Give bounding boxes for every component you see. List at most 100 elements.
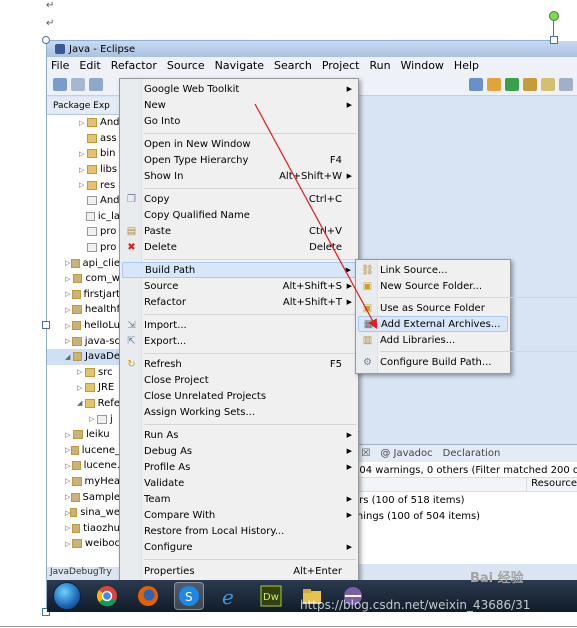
tree-item[interactable]: ◢ JavaDe	[47, 348, 120, 365]
problems-row-warnings[interactable]: rnings (100 of 504 items)	[347, 508, 577, 524]
menu-item-go-into[interactable]: Go Into	[122, 113, 356, 129]
tree-item[interactable]: ▷ com_w	[47, 271, 120, 287]
resize-handle[interactable]	[42, 36, 50, 44]
menu-item-add-external-archives[interactable]: ▦ Add External Archives...	[358, 316, 508, 332]
tree-item[interactable]: ▷ src	[47, 365, 120, 381]
sogou-icon[interactable]: S	[174, 582, 204, 610]
expand-toggle-icon[interactable]: ▷	[79, 166, 87, 174]
menu-source[interactable]: Source	[167, 59, 205, 72]
expand-toggle-icon[interactable]: ◢	[77, 399, 85, 407]
menu-item-google-web-toolkit[interactable]: Google Web Toolkit ▶	[122, 81, 356, 97]
debug-icon[interactable]	[469, 78, 483, 91]
menu-item-import[interactable]: ⇲ Import...	[122, 317, 356, 333]
menu-item-new[interactable]: New ▶	[122, 97, 356, 113]
open-type-icon[interactable]	[523, 78, 537, 91]
tree-item[interactable]: ▷ healthf	[47, 302, 120, 318]
menu-item-compare-with[interactable]: Compare With ▶	[122, 507, 356, 523]
tree-item[interactable]: ▷ sina_we	[47, 505, 120, 521]
tab-declaration[interactable]: Declaration	[443, 448, 501, 459]
menu-item-open-in-new-window[interactable]: Open in New Window	[122, 136, 356, 152]
tree-item[interactable]: ▷ firstjart	[47, 287, 120, 303]
expand-toggle-icon[interactable]: ▷	[77, 368, 85, 376]
menu-item-run-as[interactable]: Run As ▶	[122, 427, 356, 443]
menu-item-properties[interactable]: Properties Alt+Enter	[122, 563, 356, 579]
menu-item-copy[interactable]: ❐ Copy Ctrl+C	[122, 191, 356, 207]
column-resource[interactable]: Resource	[527, 478, 577, 491]
menu-help[interactable]: Help	[454, 59, 479, 72]
expand-toggle-icon[interactable]: ▷	[65, 477, 72, 485]
tree-item[interactable]: ▷ And	[47, 115, 120, 131]
menu-item-show-in[interactable]: Show In Alt+Shift+W ▶	[122, 168, 356, 184]
tree-item[interactable]: ▷ java-sc	[47, 333, 120, 349]
chrome-icon[interactable]	[92, 582, 122, 610]
search-icon[interactable]	[541, 78, 555, 91]
menu-file[interactable]: File	[51, 59, 69, 72]
menu-item-use-as-source-folder[interactable]: ▣ Use as Source Folder	[358, 300, 508, 316]
tree-item[interactable]: ▷ Sample	[47, 489, 120, 505]
menu-refactor[interactable]: Refactor	[111, 59, 157, 72]
tree-item[interactable]: ▷ lucene_	[47, 442, 120, 458]
menu-item-add-libraries[interactable]: ▥ Add Libraries...	[358, 332, 508, 348]
menu-item-close-project[interactable]: Close Project	[122, 372, 356, 388]
expand-toggle-icon[interactable]: ▷	[65, 275, 73, 283]
menu-item-restore-from-local-history[interactable]: Restore from Local History...	[122, 523, 356, 539]
nav-icon[interactable]	[559, 78, 573, 91]
menu-item-refactor[interactable]: Refactor Alt+Shift+T ▶	[122, 294, 356, 310]
menu-edit[interactable]: Edit	[79, 59, 100, 72]
tree-item[interactable]: ▷ JRE	[47, 380, 120, 396]
menu-item-open-type-hierarchy[interactable]: Open Type Hierarchy F4	[122, 152, 356, 168]
expand-toggle-icon[interactable]: ▷	[65, 290, 72, 298]
menu-item-new-source-folder[interactable]: ▣ New Source Folder...	[358, 278, 508, 294]
tree-item[interactable]: ▷ helloLu	[47, 318, 120, 334]
menu-item-build-path[interactable]: Build Path ▶	[122, 262, 356, 278]
expand-toggle-icon[interactable]: ▷	[65, 306, 72, 314]
start-button-icon[interactable]	[53, 582, 81, 610]
menu-item-assign-working-sets[interactable]: Assign Working Sets...	[122, 404, 356, 420]
firefox-icon[interactable]	[133, 582, 163, 610]
tree-item[interactable]: pro	[47, 240, 120, 256]
tree-item[interactable]: ▷ res	[47, 177, 120, 193]
rotation-handle[interactable]	[549, 11, 559, 21]
run-icon[interactable]	[505, 78, 519, 91]
tree-item[interactable]: ▷ leiku	[47, 427, 120, 443]
expand-toggle-icon[interactable]: ▷	[65, 540, 72, 548]
print-icon[interactable]	[89, 78, 103, 91]
tree-item[interactable]: ▷ tiaozhu	[47, 520, 120, 536]
save-icon[interactable]	[71, 78, 85, 91]
tree-item[interactable]: ▷ myHea	[47, 474, 120, 490]
tree-item[interactable]: ▷ j	[47, 411, 120, 427]
menu-item-paste[interactable]: ▤ Paste Ctrl+V	[122, 223, 356, 239]
expand-toggle-icon[interactable]: ▷	[79, 181, 87, 189]
tree-item[interactable]: And	[47, 193, 120, 209]
menu-item-configure[interactable]: Configure ▶	[122, 539, 356, 555]
tool-icon[interactable]	[487, 78, 501, 91]
package-explorer-tab[interactable]: Package Exp	[47, 97, 120, 115]
menu-run[interactable]: Run	[369, 59, 390, 72]
expand-toggle-icon[interactable]: ▷	[65, 462, 72, 470]
tree-item[interactable]: ◢ Refe	[47, 396, 120, 412]
menu-item-team[interactable]: Team ▶	[122, 491, 356, 507]
tree-item[interactable]: ▷ api_clie	[47, 255, 120, 271]
menu-item-source[interactable]: Source Alt+Shift+S ▶	[122, 278, 356, 294]
tree-item[interactable]: ic_la	[47, 209, 120, 225]
expand-toggle-icon[interactable]: ▷	[65, 337, 72, 345]
resize-handle[interactable]	[42, 321, 50, 329]
problems-row-errors[interactable]: ors (100 of 518 items)	[347, 492, 577, 508]
expand-toggle-icon[interactable]: ▷	[65, 322, 72, 330]
menu-search[interactable]: Search	[274, 59, 312, 72]
dreamweaver-icon[interactable]: Dw	[256, 582, 286, 610]
tree-item[interactable]: ▷ bin	[47, 146, 120, 162]
tree-item[interactable]: ass	[47, 131, 120, 147]
expand-toggle-icon[interactable]: ▷	[79, 119, 87, 127]
expand-toggle-icon[interactable]: ▷	[79, 150, 87, 158]
menu-item-close-unrelated-projects[interactable]: Close Unrelated Projects	[122, 388, 356, 404]
tree-item[interactable]: ▷ weiboc	[47, 536, 120, 552]
resize-handle[interactable]	[550, 36, 558, 44]
menu-item-debug-as[interactable]: Debug As ▶	[122, 443, 356, 459]
new-icon[interactable]	[53, 78, 67, 91]
column-description[interactable]: n	[347, 478, 528, 491]
menu-item-profile-as[interactable]: Profile As ▶	[122, 459, 356, 475]
menu-item-configure-build-path[interactable]: ⚙ Configure Build Path...	[358, 354, 508, 370]
menu-project[interactable]: Project	[322, 59, 360, 72]
menu-item-copy-qualified-name[interactable]: Copy Qualified Name	[122, 207, 356, 223]
